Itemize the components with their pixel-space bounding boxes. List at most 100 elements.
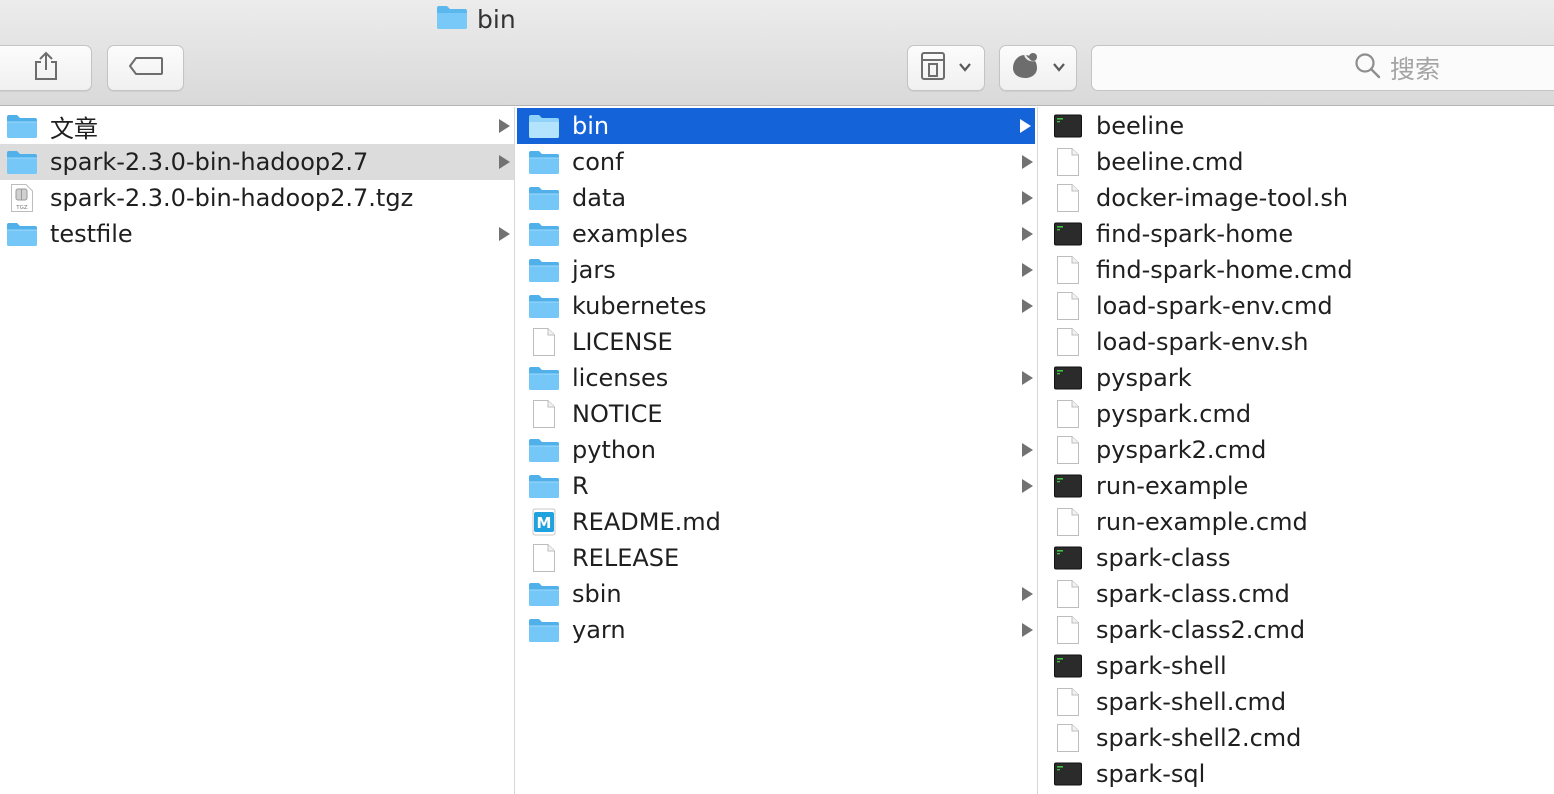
list-item[interactable]: R	[515, 468, 1037, 504]
terminal-icon	[1052, 110, 1084, 142]
list-item[interactable]: 文章	[0, 108, 514, 144]
disclosure-arrow-icon	[1022, 623, 1033, 637]
item-name: spark-shell	[1096, 652, 1227, 680]
list-item[interactable]: spark-2.3.0-bin-hadoop2.7	[0, 144, 514, 180]
disclosure-arrow-icon	[1022, 227, 1033, 241]
item-name: LICENSE	[572, 328, 673, 356]
search-field[interactable]: 搜索	[1091, 45, 1554, 91]
disclosure-arrow-icon	[1022, 479, 1033, 493]
folder-icon	[528, 578, 560, 610]
list-item[interactable]: testfile	[0, 216, 514, 252]
folder-icon	[528, 110, 560, 142]
list-item[interactable]: load-spark-env.cmd	[1038, 288, 1554, 324]
list-item[interactable]: docker-image-tool.sh	[1038, 180, 1554, 216]
item-name: data	[572, 184, 627, 212]
window-title-text: bin	[477, 4, 516, 34]
item-name: load-spark-env.cmd	[1096, 292, 1333, 320]
folder-icon	[528, 434, 560, 466]
tag-button[interactable]	[107, 45, 184, 91]
disclosure-arrow-icon	[1022, 155, 1033, 169]
folder-icon	[6, 110, 38, 142]
column-1[interactable]: 文章 spark-2.3.0-bin-hadoop2.7 TGZ spark-2.3.…	[0, 107, 514, 794]
folder-icon	[6, 218, 38, 250]
item-name: yarn	[572, 616, 626, 644]
column-3[interactable]: beeline beeline.cmd docker-image-tool.sh fi…	[1038, 107, 1554, 794]
list-item[interactable]: beeline.cmd	[1038, 144, 1554, 180]
list-item[interactable]: kubernetes	[515, 288, 1037, 324]
disclosure-arrow-icon	[1022, 443, 1033, 457]
list-item[interactable]: run-example.cmd	[1038, 504, 1554, 540]
chevron-down-icon	[1052, 59, 1066, 78]
list-item[interactable]: RELEASE	[515, 540, 1037, 576]
folder-icon	[528, 182, 560, 214]
list-item[interactable]: NOTICE	[515, 396, 1037, 432]
document-icon	[1052, 722, 1084, 754]
folder-icon	[436, 4, 468, 34]
list-item[interactable]: find-spark-home	[1038, 216, 1554, 252]
list-item[interactable]: pyspark2.cmd	[1038, 432, 1554, 468]
folder-icon	[528, 218, 560, 250]
item-name: R	[572, 472, 589, 500]
item-name: jars	[572, 256, 616, 284]
list-item[interactable]: beeline	[1038, 108, 1554, 144]
list-item[interactable]: M README.md	[515, 504, 1037, 540]
search-placeholder: 搜索	[1390, 55, 1441, 84]
list-item[interactable]: load-spark-env.sh	[1038, 324, 1554, 360]
document-icon	[1052, 326, 1084, 358]
item-name: spark-2.3.0-bin-hadoop2.7.tgz	[50, 184, 414, 212]
list-item[interactable]: spark-shell.cmd	[1038, 684, 1554, 720]
list-item[interactable]: yarn	[515, 612, 1037, 648]
list-item[interactable]: jars	[515, 252, 1037, 288]
svg-text:TGZ: TGZ	[15, 205, 28, 211]
list-item[interactable]: bin	[517, 108, 1035, 144]
folder-icon	[528, 254, 560, 286]
list-item[interactable]: conf	[515, 144, 1037, 180]
list-item[interactable]: sbin	[515, 576, 1037, 612]
list-item[interactable]: spark-class2.cmd	[1038, 612, 1554, 648]
item-name: pyspark.cmd	[1096, 400, 1252, 428]
list-item[interactable]: pyspark	[1038, 360, 1554, 396]
column-2[interactable]: bin conf data examples jars kubernetes LICENSE…	[515, 107, 1037, 794]
disclosure-arrow-icon	[1022, 371, 1033, 385]
folder-icon	[528, 290, 560, 322]
document-icon	[528, 398, 560, 430]
document-icon	[1052, 506, 1084, 538]
list-item[interactable]: find-spark-home.cmd	[1038, 252, 1554, 288]
share-button[interactable]	[0, 45, 92, 91]
markdown-icon: M	[528, 506, 560, 538]
document-icon	[1052, 146, 1084, 178]
item-name: RELEASE	[572, 544, 680, 572]
disclosure-arrow-icon	[1022, 263, 1033, 277]
item-name: testfile	[50, 220, 133, 248]
list-item[interactable]: spark-sql	[1038, 756, 1554, 792]
document-icon	[1052, 182, 1084, 214]
list-item[interactable]: data	[515, 180, 1037, 216]
item-name: run-example.cmd	[1096, 508, 1308, 536]
list-item[interactable]: pyspark.cmd	[1038, 396, 1554, 432]
terminal-icon	[1052, 650, 1084, 682]
terminal-icon	[1052, 542, 1084, 574]
item-name: beeline	[1096, 112, 1185, 140]
document-icon	[1052, 578, 1084, 610]
list-item[interactable]: licenses	[515, 360, 1037, 396]
list-item[interactable]: python	[515, 432, 1037, 468]
list-item[interactable]: examples	[515, 216, 1037, 252]
folder-icon	[6, 146, 38, 178]
terminal-icon	[1052, 758, 1084, 790]
document-icon	[528, 542, 560, 574]
view-options-button[interactable]	[907, 45, 985, 91]
item-name: bin	[572, 112, 610, 140]
list-item[interactable]: spark-class.cmd	[1038, 576, 1554, 612]
list-item[interactable]: LICENSE	[515, 324, 1037, 360]
list-item[interactable]: spark-shell2.cmd	[1038, 720, 1554, 756]
window-title: bin	[436, 4, 516, 34]
list-item[interactable]: TGZ spark-2.3.0-bin-hadoop2.7.tgz	[0, 180, 514, 216]
list-item[interactable]: spark-shell	[1038, 648, 1554, 684]
tgz-archive-icon: TGZ	[6, 182, 38, 214]
list-item[interactable]: run-example	[1038, 468, 1554, 504]
document-icon	[1052, 434, 1084, 466]
item-name: NOTICE	[572, 400, 663, 428]
terminal-icon	[1052, 362, 1084, 394]
action-button[interactable]	[999, 45, 1077, 91]
list-item[interactable]: spark-class	[1038, 540, 1554, 576]
